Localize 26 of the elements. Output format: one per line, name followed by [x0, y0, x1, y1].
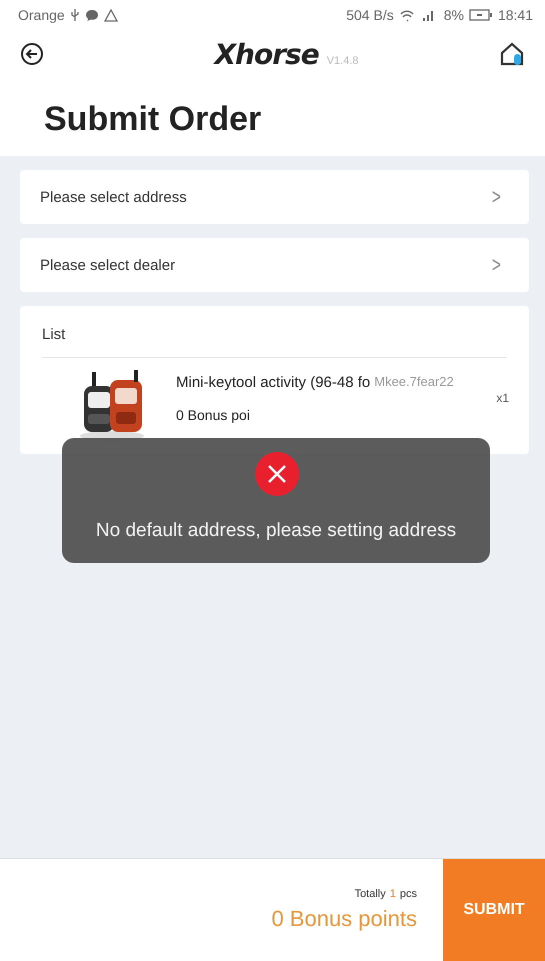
product-points: 0 Bonus poi	[176, 407, 251, 423]
battery-icon	[468, 9, 493, 21]
warning-icon	[104, 8, 118, 22]
total-count: 1	[390, 888, 396, 900]
selector-row[interactable]: Please select address >	[20, 170, 529, 224]
chat-icon	[84, 8, 99, 22]
battery-level: 8%	[444, 7, 464, 23]
home-button[interactable]	[498, 41, 525, 67]
selector-row[interactable]: Please select dealer >	[20, 238, 529, 292]
product-code: Mkee.7fear22	[374, 374, 454, 391]
usb-icon	[70, 8, 80, 22]
back-button[interactable]	[20, 42, 44, 66]
total-points: 0 Bonus points	[271, 906, 417, 932]
error-icon	[255, 452, 299, 496]
total-label: Totally	[354, 888, 386, 900]
product-name: Mini-keytool activity (96-48 fo	[176, 374, 370, 391]
network-speed: 504 B/s	[346, 7, 394, 23]
list-heading: List	[42, 325, 66, 345]
logo: Xhorse	[214, 38, 319, 70]
toast-message: No default address, please setting address	[96, 520, 456, 542]
carrier-name: Orange	[18, 7, 65, 23]
clock: 18:41	[498, 7, 533, 23]
page-title: Submit Order	[43, 99, 262, 140]
quantity: x1	[496, 391, 509, 405]
version-label: V1.4.8	[326, 54, 359, 66]
total-unit: pcs	[400, 888, 417, 900]
